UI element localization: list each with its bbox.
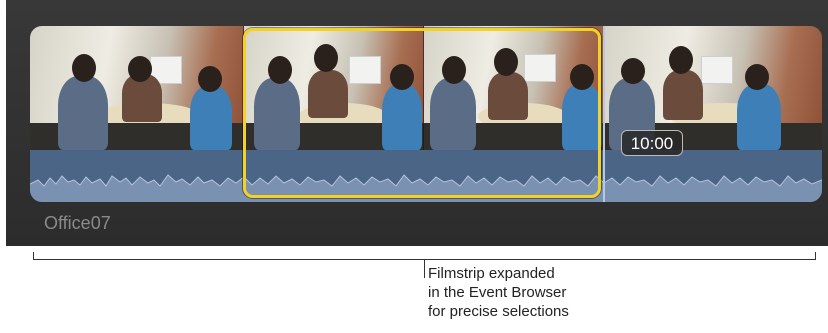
timecode-badge: 10:00 — [621, 130, 683, 156]
filmstrip-frame[interactable] — [30, 26, 244, 150]
callout-text: Filmstrip expanded in the Event Browser … — [428, 264, 569, 321]
clip-name-label: Office07 — [44, 213, 111, 233]
callout-line-2: in the Event Browser — [428, 284, 567, 301]
callout-pointer-line — [424, 260, 425, 278]
selection-range-border[interactable] — [243, 28, 601, 198]
callout-bracket — [33, 252, 816, 260]
skimmer-playhead[interactable] — [603, 26, 605, 202]
callout-line-3: for precise selections — [428, 303, 569, 320]
callout-line-1: Filmstrip expanded — [428, 265, 555, 282]
